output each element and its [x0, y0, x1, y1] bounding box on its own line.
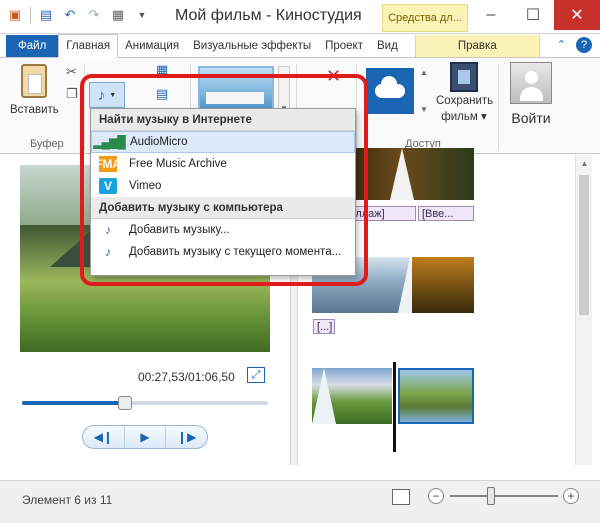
share-gallery-scroll[interactable]: ▲ ▼: [420, 68, 430, 114]
group-label-clipboard: Буфер: [30, 138, 64, 150]
app-icon[interactable]: ▣: [6, 6, 24, 24]
tab-view[interactable]: Вид: [370, 35, 405, 57]
avatar-icon: [510, 62, 552, 104]
tab-project[interactable]: Проект: [318, 35, 370, 57]
next-frame-button[interactable]: ❙▶: [165, 426, 207, 448]
onedrive-share-button[interactable]: [366, 68, 414, 114]
caption-tag-intro[interactable]: [Вве...: [418, 206, 474, 221]
caption-tag-small[interactable]: [...]: [313, 319, 335, 334]
ribbon-minimize-icon[interactable]: ⌃: [557, 38, 566, 51]
minimize-button[interactable]: –: [470, 0, 512, 30]
zoom-out-button[interactable]: −: [428, 488, 444, 504]
save-icon[interactable]: ▤: [37, 6, 55, 24]
scroll-up-icon[interactable]: ▲: [576, 155, 593, 171]
highlight-frame: [80, 74, 368, 286]
timecode: 00:27,53/01:06,50: [138, 370, 235, 384]
sign-in-label: Войти: [511, 110, 551, 126]
copy-icon[interactable]: ❐: [66, 86, 78, 102]
tab-home[interactable]: Главная: [58, 34, 119, 58]
scrollbar-thumb[interactable]: [579, 175, 589, 315]
qat-dropdown-icon[interactable]: ▼: [133, 6, 151, 24]
fullscreen-preview-button[interactable]: ⤢: [247, 367, 265, 383]
quick-access-toolbar: ▣ ▤ ↶ ↷ ▦ ▼: [6, 6, 151, 24]
context-tab-title: Средства дл...: [382, 4, 468, 32]
clip-forest-2[interactable]: [412, 257, 474, 313]
ribbon-tabs: Файл Главная Анимация Визуальные эффекты…: [0, 34, 600, 58]
save-movie-button[interactable]: Сохранить фильм ▾: [436, 62, 494, 124]
sign-in-button[interactable]: Войти: [504, 62, 558, 126]
close-button[interactable]: ✕: [554, 0, 600, 30]
tab-file[interactable]: Файл: [6, 35, 59, 57]
tab-edit[interactable]: Правка: [414, 35, 540, 57]
grid-icon[interactable]: ▦: [109, 6, 127, 24]
save-movie-label-2: фильм ▾: [441, 111, 487, 123]
save-movie-label: Сохранить: [436, 95, 494, 107]
tab-animation[interactable]: Анимация: [118, 35, 186, 57]
paste-button[interactable]: Вставить: [10, 64, 59, 116]
cut-icon[interactable]: ✂: [66, 64, 77, 80]
paste-label: Вставить: [10, 104, 59, 116]
ribbon-separator: [498, 64, 499, 150]
zoom-in-button[interactable]: +: [563, 488, 579, 504]
zoom-slider-thumb[interactable]: [487, 487, 496, 505]
maximize-button[interactable]: ☐: [512, 0, 554, 30]
title-bar: ▣ ▤ ↶ ↷ ▦ ▼ Мой фильм - Киностудия Средс…: [0, 0, 600, 34]
redo-icon[interactable]: ↷: [85, 6, 103, 24]
previous-frame-button[interactable]: ◀❙: [83, 426, 124, 448]
clip-lake-selected[interactable]: [398, 368, 474, 424]
status-bar: Элемент 6 из 11 − +: [0, 480, 600, 523]
tab-visual-effects[interactable]: Визуальные эффекты: [186, 35, 318, 57]
window-title: Мой фильм - Киностудия: [175, 7, 362, 24]
cloud-icon: [375, 76, 405, 98]
playback-controls: ◀❙ ▶ ❙▶: [82, 425, 208, 449]
seek-slider[interactable]: [22, 396, 268, 410]
playhead[interactable]: [393, 362, 396, 452]
film-icon: [450, 62, 478, 92]
transition-marker[interactable]: [312, 368, 336, 424]
transition-marker[interactable]: [390, 148, 414, 200]
play-button[interactable]: ▶: [123, 426, 166, 448]
clipboard-icon: [21, 64, 47, 98]
status-item-count: Элемент 6 из 11: [22, 493, 113, 507]
seek-slider-thumb[interactable]: [118, 396, 133, 410]
thumbnail-size-icon[interactable]: [392, 489, 410, 505]
undo-icon[interactable]: ↶: [61, 6, 79, 24]
window-buttons: – ☐ ✕: [470, 0, 600, 30]
seek-slider-fill: [22, 401, 126, 405]
help-icon[interactable]: ?: [576, 37, 592, 53]
qat-separator: [30, 7, 31, 23]
storyboard-scrollbar[interactable]: ▲: [575, 155, 592, 465]
zoom-slider[interactable]: [450, 495, 558, 497]
